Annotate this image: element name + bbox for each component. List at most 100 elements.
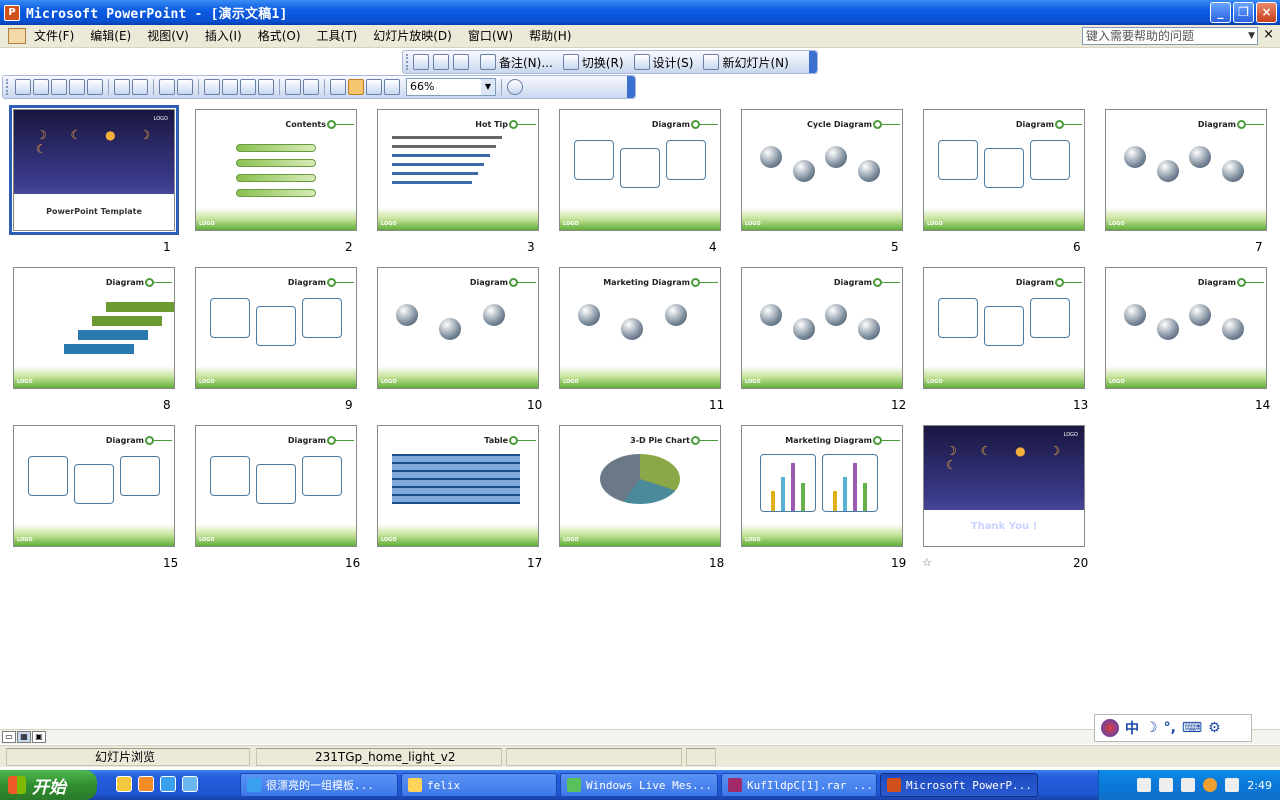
minimize-button[interactable]: _ <box>1210 2 1231 23</box>
start-button[interactable]: 开始 <box>0 770 97 800</box>
slide-thumbnail[interactable]: Marketing Diagram LOGO <box>741 425 903 547</box>
pen-icon[interactable] <box>1159 778 1174 792</box>
menu-help[interactable]: 帮助(H) <box>521 26 579 46</box>
slideshow-view-button[interactable]: ▣ <box>32 731 46 743</box>
cut-icon[interactable] <box>204 79 220 95</box>
toolbar-grip[interactable] <box>6 79 10 95</box>
close-button[interactable]: × <box>1256 2 1277 23</box>
slide-thumbnail[interactable]: Diagram LOGO <box>741 267 903 389</box>
slide-thumbnail[interactable]: Table LOGO <box>377 425 539 547</box>
slide-thumbnail[interactable]: ☽ ☾ ● ☽ ☾ LOGO Thank You ! <box>923 425 1085 547</box>
restore-button[interactable]: ❐ <box>1233 2 1254 23</box>
menu-tools[interactable]: 工具(T) <box>309 26 366 46</box>
document-icon[interactable] <box>8 28 26 44</box>
slide-thumbnail[interactable]: ☽ ☾ ● ☽ ☾ LOGO PowerPoint Template <box>9 105 179 235</box>
document-close-button[interactable]: × <box>1263 27 1274 42</box>
slide-thumbnail[interactable]: Cycle Diagram LOGO <box>741 109 903 231</box>
normal-view-button[interactable]: ▭ <box>2 731 16 743</box>
volume-icon[interactable] <box>1225 778 1240 792</box>
taskbar-item[interactable]: felix <box>401 773 557 797</box>
ie-icon[interactable] <box>160 776 176 792</box>
keyboard-icon[interactable]: ⌨ <box>1182 720 1202 736</box>
powerpoint-icon[interactable]: P <box>4 4 20 21</box>
keyboard-icon[interactable] <box>1137 778 1152 792</box>
new-slide-button[interactable]: 新幻灯片(N) <box>698 52 793 72</box>
toolbar-grip[interactable] <box>406 54 410 70</box>
slide-thumbnail[interactable]: Diagram LOGO <box>923 109 1085 231</box>
undo-icon[interactable] <box>285 79 301 95</box>
toolbar-options-button[interactable] <box>809 51 817 73</box>
menu-format[interactable]: 格式(O) <box>250 26 309 46</box>
help-icon[interactable] <box>507 79 523 95</box>
notes-button[interactable]: 备注(N)... <box>475 52 558 72</box>
menu-file[interactable]: 文件(F) <box>26 26 82 46</box>
title-bullet-icon <box>873 278 882 287</box>
expand-all-icon[interactable] <box>330 79 346 95</box>
save-icon[interactable] <box>51 79 67 95</box>
slide-thumbnail[interactable]: Diagram LOGO <box>1105 267 1267 389</box>
slide-thumbnail[interactable]: Contents LOGO <box>195 109 357 231</box>
desktop-icon[interactable] <box>116 776 132 792</box>
design-button[interactable]: 设计(S) <box>629 52 699 72</box>
horizontal-scrollbar[interactable]: ▭ ▦ ▣ <box>0 729 1280 744</box>
punctuation-toggle[interactable]: °, <box>1164 720 1176 736</box>
permission-icon[interactable] <box>69 79 85 95</box>
copy-icon[interactable] <box>222 79 238 95</box>
slide-thumbnail[interactable]: Diagram LOGO <box>1105 109 1267 231</box>
taskbar-item[interactable]: KufIldpC[1].rar ... <box>721 773 877 797</box>
slide-thumbnail[interactable]: Hot Tip LOGO <box>377 109 539 231</box>
slide-thumbnail[interactable]: Diagram LOGO <box>195 425 357 547</box>
menu-insert[interactable]: 插入(I) <box>197 26 250 46</box>
print-preview-icon[interactable] <box>132 79 148 95</box>
slide-thumbnail[interactable]: Diagram LOGO <box>377 267 539 389</box>
toolbar-divider <box>108 79 109 95</box>
show-formatting-icon[interactable] <box>348 79 364 95</box>
taskbar-item[interactable]: 很漂亮的一组模板... <box>240 773 398 797</box>
taskbar-item-active[interactable]: Microsoft PowerP... <box>880 773 1038 797</box>
taskbar-item[interactable]: Windows Live Mes... <box>560 773 718 797</box>
messenger-icon[interactable] <box>182 776 198 792</box>
slide-thumbnail[interactable]: Marketing Diagram LOGO <box>559 267 721 389</box>
show-formatting-icon[interactable] <box>453 54 469 70</box>
half-width-toggle[interactable]: ☽ <box>1145 720 1158 736</box>
zoom-select[interactable]: 66% ▼ <box>406 78 496 96</box>
redo-icon[interactable] <box>303 79 319 95</box>
summary-slide-icon[interactable] <box>433 54 449 70</box>
toolbar-options-button[interactable] <box>627 76 635 98</box>
ime-icon[interactable] <box>1101 719 1119 737</box>
color-grayscale-icon[interactable] <box>384 79 400 95</box>
slide-thumbnail[interactable]: Diagram LOGO <box>923 267 1085 389</box>
slide-transition-icon[interactable]: ☆ <box>922 556 932 569</box>
email-icon[interactable] <box>87 79 103 95</box>
gear-icon[interactable]: ⚙ <box>1208 720 1221 736</box>
grid-icon[interactable] <box>366 79 382 95</box>
help-icon[interactable] <box>1181 778 1196 792</box>
menu-view[interactable]: 视图(V) <box>139 26 197 46</box>
format-painter-icon[interactable] <box>258 79 274 95</box>
slide-sorter-view-button[interactable]: ▦ <box>17 731 31 743</box>
paste-icon[interactable] <box>240 79 256 95</box>
hide-slide-icon[interactable] <box>413 54 429 70</box>
media-player-icon[interactable] <box>138 776 154 792</box>
menu-window[interactable]: 窗口(W) <box>460 26 521 46</box>
menu-slideshow[interactable]: 幻灯片放映(D) <box>365 26 460 46</box>
transition-button[interactable]: 切换(R) <box>558 52 629 72</box>
help-search-input[interactable]: 键入需要帮助的问题 ▼ <box>1082 27 1258 45</box>
taskbar-item-label: 很漂亮的一组模板... <box>266 779 374 792</box>
slide-thumbnail[interactable]: 3-D Pie Chart LOGO <box>559 425 721 547</box>
network-icon[interactable] <box>1203 778 1218 792</box>
new-document-icon[interactable] <box>15 79 31 95</box>
research-icon[interactable] <box>177 79 193 95</box>
slide-thumbnail[interactable]: Diagram LOGO <box>559 109 721 231</box>
chinese-mode-toggle[interactable]: 中 <box>1125 718 1139 738</box>
open-folder-icon[interactable] <box>33 79 49 95</box>
slide-number: 13 <box>1073 398 1089 412</box>
slide-thumbnail[interactable]: Diagram LOGO <box>195 267 357 389</box>
slide-thumbnail[interactable]: Diagram LOGO <box>13 425 175 547</box>
slide-thumbnail[interactable]: Diagram LOGO <box>13 267 175 389</box>
menu-edit[interactable]: 编辑(E) <box>82 26 139 46</box>
chevron-down-icon[interactable]: ▼ <box>481 79 495 95</box>
spelling-icon[interactable] <box>159 79 175 95</box>
print-icon[interactable] <box>114 79 130 95</box>
chevron-down-icon[interactable]: ▼ <box>1248 28 1255 44</box>
